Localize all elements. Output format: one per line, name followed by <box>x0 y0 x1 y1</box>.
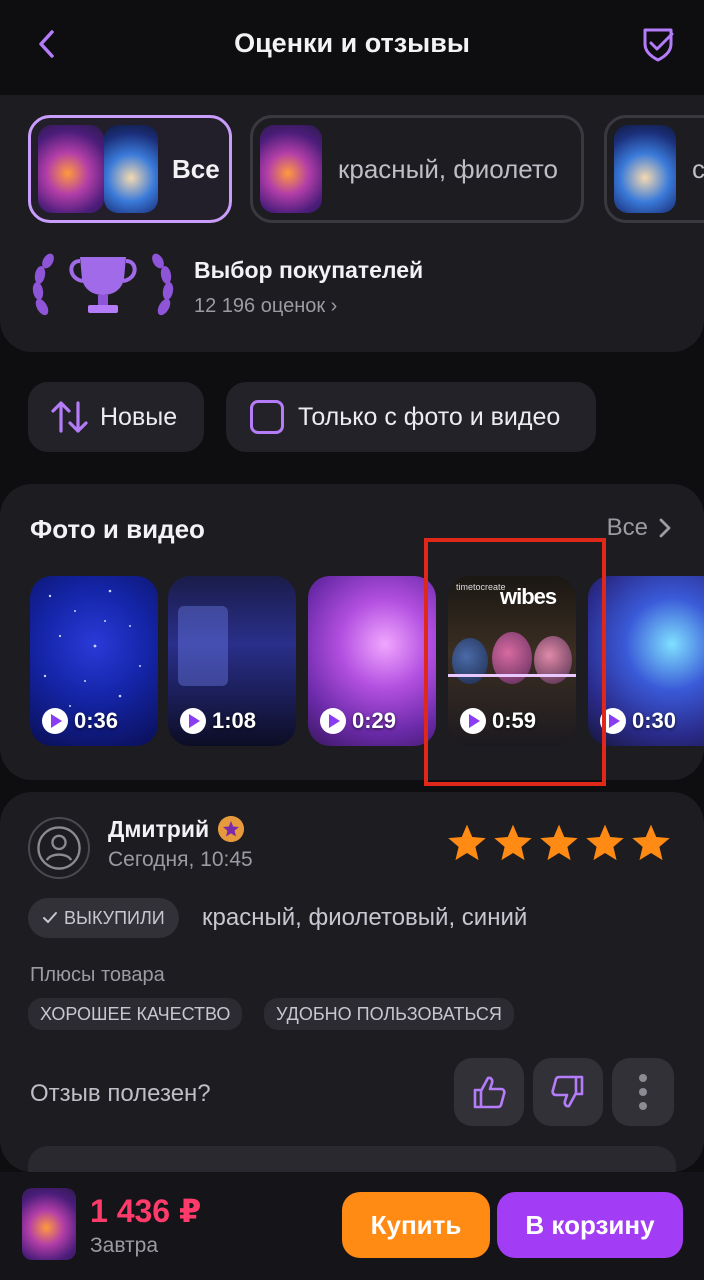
more-options-button[interactable] <box>612 1058 674 1126</box>
thumbs-down-icon <box>551 1075 584 1108</box>
more-vertical-icon <box>639 1074 647 1110</box>
video-duration: 0:29 <box>352 708 397 733</box>
variant-all[interactable]: Все <box>28 115 232 223</box>
star-icon <box>586 824 624 861</box>
product-image <box>614 125 676 213</box>
avatar[interactable] <box>28 817 90 879</box>
video-duration: 0:36 <box>74 708 119 733</box>
variant-thumbs <box>38 125 158 213</box>
variant-red-purple[interactable]: красный, фиолето <box>250 115 584 223</box>
review-variant: красный, фиолетовый, синий <box>202 904 528 931</box>
video-duration: 1:08 <box>212 708 257 733</box>
thumbs-up-icon <box>473 1076 506 1109</box>
pros-tag: УДОБНО ПОЛЬЗОВАТЬСЯ <box>264 998 514 1030</box>
product-image <box>260 125 322 213</box>
sort-arrows-icon <box>51 401 88 433</box>
star-icon <box>494 824 532 861</box>
trophy-icon <box>32 253 174 316</box>
video-thumbnail[interactable]: 0:36 <box>30 576 158 746</box>
review-card: Дмитрий Сегодня, 10:45 ВЫКУПИЛИ красный,… <box>0 792 704 1186</box>
media-only-label: Только с фото и видео <box>298 402 561 431</box>
video-thumbnail[interactable]: 1:08 <box>168 576 296 746</box>
play-icon <box>180 708 206 734</box>
variant-blue[interactable]: с <box>604 115 704 223</box>
star-icon <box>448 824 486 861</box>
add-to-cart-button[interactable]: В корзину <box>497 1192 683 1258</box>
video-thumbnail[interactable]: 0:29 <box>308 576 436 746</box>
variant-label: Все <box>172 153 220 184</box>
play-icon <box>320 708 346 734</box>
award-title: Выбор покупателей <box>194 257 424 283</box>
product-image <box>38 125 104 213</box>
pros-title: Плюсы товара <box>30 964 165 986</box>
header: Оценки и отзывы <box>0 0 704 90</box>
star-badge-icon <box>218 816 244 842</box>
play-overlay: 0:30 <box>600 708 676 734</box>
video-duration: 0:30 <box>632 708 677 733</box>
variant-label: с <box>692 153 704 184</box>
photos-title: Фото и видео <box>30 514 205 544</box>
bought-label: ВЫКУПИЛИ <box>64 907 165 928</box>
product-image <box>104 125 158 213</box>
review-date: Сегодня, 10:45 <box>108 848 253 871</box>
thumbs-down-button[interactable] <box>533 1058 603 1126</box>
variant-label: красный, фиолето <box>338 153 558 184</box>
useful-question: Отзыв полезен? <box>30 1080 211 1107</box>
photos-all-link[interactable]: Все <box>607 514 672 542</box>
checkbox-icon <box>250 400 284 434</box>
reviews-screen: Оценки и отзывы Все красный, фиолето с В… <box>0 0 704 1280</box>
product-price: 1 436 ₽ <box>90 1193 202 1229</box>
review-author: Дмитрий <box>108 816 210 842</box>
rating-stars <box>446 822 672 864</box>
page-title: Оценки и отзывы <box>234 28 470 58</box>
variant-selector: Все красный, фиолето с <box>28 115 704 223</box>
pros-tag: ХОРОШЕЕ КАЧЕСТВО <box>28 998 243 1030</box>
play-overlay: 0:36 <box>42 708 118 734</box>
shield-check-icon[interactable] <box>638 24 678 64</box>
check-icon <box>43 912 57 923</box>
delivery-date: Завтра <box>90 1234 159 1257</box>
bought-badge: ВЫКУПИЛИ <box>28 898 179 938</box>
star-icon <box>632 824 670 861</box>
scene-shape <box>178 606 228 686</box>
summary-card: Все красный, фиолето с Выбор покупателей… <box>0 95 704 352</box>
star-icon <box>540 824 578 861</box>
highlight-box <box>424 538 606 786</box>
product-thumbnail[interactable] <box>22 1188 76 1260</box>
sort-button[interactable]: Новые <box>28 382 204 452</box>
play-icon <box>42 708 68 734</box>
play-overlay: 1:08 <box>180 708 256 734</box>
rating-count-link[interactable]: 12 196 оценок › <box>194 295 337 318</box>
media-only-checkbox[interactable]: Только с фото и видео <box>226 382 596 452</box>
sort-label: Новые <box>100 402 178 431</box>
play-overlay: 0:29 <box>320 708 396 734</box>
photos-all-label: Все <box>606 514 648 541</box>
buy-button[interactable]: Купить <box>342 1192 490 1258</box>
thumbs-up-button[interactable] <box>454 1058 524 1126</box>
bottom-bar: 1 436 ₽ Завтра Купить В корзину <box>0 1172 704 1280</box>
chevron-right-icon <box>659 518 671 538</box>
